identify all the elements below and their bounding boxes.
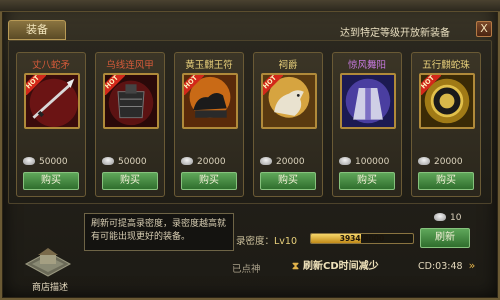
silver-icon [434,213,446,221]
hot-badge: HOT [105,75,125,95]
progress-text: 3934/8000 [339,234,385,243]
item-price-value: 50000 [39,157,68,167]
buy-button[interactable]: 购买 [181,172,237,190]
hot-label: HOT [421,75,441,95]
reduce-cd-label: 刷新CD时间减少 [303,261,379,272]
armor-image[interactable]: HOT☆☆ [103,73,159,129]
item-name: 丈八蛇矛 [31,60,70,71]
buy-button[interactable]: 购买 [260,172,316,190]
buy-button[interactable]: 购买 [23,172,79,190]
item-card: 惊风舞阳 ☆☆☆ 100000 购买 [332,52,402,197]
title-strip [0,0,500,12]
refresh-button[interactable]: 刷新 [420,228,470,248]
item-price-value: 20000 [197,157,226,167]
horse-image[interactable]: HOT [261,73,317,129]
orb-image[interactable]: HOT [419,73,475,129]
silver-icon [102,157,114,165]
upgraded-label: 已点神 [232,264,261,275]
tab-equipment[interactable]: 装备 [8,20,66,40]
item-name: 乌线连风甲 [106,60,154,71]
buy-button[interactable]: 购买 [102,172,158,190]
level-label-text: 录密度： [236,236,275,247]
hot-label: HOT [105,75,125,95]
close-button[interactable]: X [476,21,492,37]
progress-bar: 3934/8000 [310,233,414,244]
hot-badge: HOT [421,75,441,95]
level-label: 录密度：Lv10 [236,233,297,247]
cd-timer: CD:03:48 [418,261,463,272]
item-name: 惊风舞阳 [347,60,386,71]
spear-image[interactable]: HOT☆☆ [24,73,80,129]
item-price-value: 50000 [118,157,147,167]
item-price-value: 20000 [276,157,305,167]
shop-icon[interactable] [22,242,74,282]
item-price: 20000 [181,157,241,167]
item-price: 100000 [339,157,399,167]
silver-icon [339,157,351,165]
item-card: 丈八蛇矛 HOT☆☆ 50000 购买 [16,52,86,197]
item-name: 黄玉麒王符 [185,60,233,71]
item-price: 20000 [418,157,478,167]
refresh-tooltip: 刷新可提高录密度，录密度越高就有可能出现更好的装备。 [84,213,234,251]
buy-button[interactable]: 购买 [418,172,474,190]
item-price-value: 20000 [434,157,463,167]
item-name: 祠爵 [278,60,298,71]
robe-image[interactable]: ☆☆☆ [340,73,396,129]
reduce-cd-button[interactable]: ⧗ 刷新CD时间减少 [292,258,386,276]
level-value: Lv10 [274,236,298,247]
item-card: 黄玉麒王符 HOT 20000 购买 [174,52,244,197]
refresh-cost-value: 10 [450,213,462,223]
item-card: 五行麒蛇珠 HOT 20000 购买 [411,52,481,197]
hot-label: HOT [263,75,283,95]
hot-label: HOT [26,75,46,95]
item-price: 50000 [23,157,83,167]
item-price: 50000 [102,157,162,167]
silver-icon [23,157,35,165]
hot-label: HOT [184,75,204,95]
item-card: 乌线连风甲 HOT☆☆ 50000 购买 [95,52,165,197]
item-price: 20000 [260,157,320,167]
unlock-tip: 达到特定等级开放新装备 [340,28,450,39]
silver-icon [260,157,272,165]
buy-button[interactable]: 购买 [339,172,395,190]
item-price-value: 100000 [355,157,390,167]
hot-badge: HOT [184,75,204,95]
silver-icon [418,157,430,165]
silver-icon [181,157,193,165]
beast-statue-image[interactable]: HOT [182,73,238,129]
shop-label: 商店描述 [31,283,68,293]
item-card: 祠爵 HOT 20000 购买 [253,52,323,197]
fast-forward-icon[interactable]: » [464,258,480,274]
item-name: 五行麒蛇珠 [422,60,470,71]
hot-badge: HOT [263,75,283,95]
hourglass-icon: ⧗ [292,261,300,272]
refresh-cost: 10 [434,213,461,223]
hot-badge: HOT [26,75,46,95]
